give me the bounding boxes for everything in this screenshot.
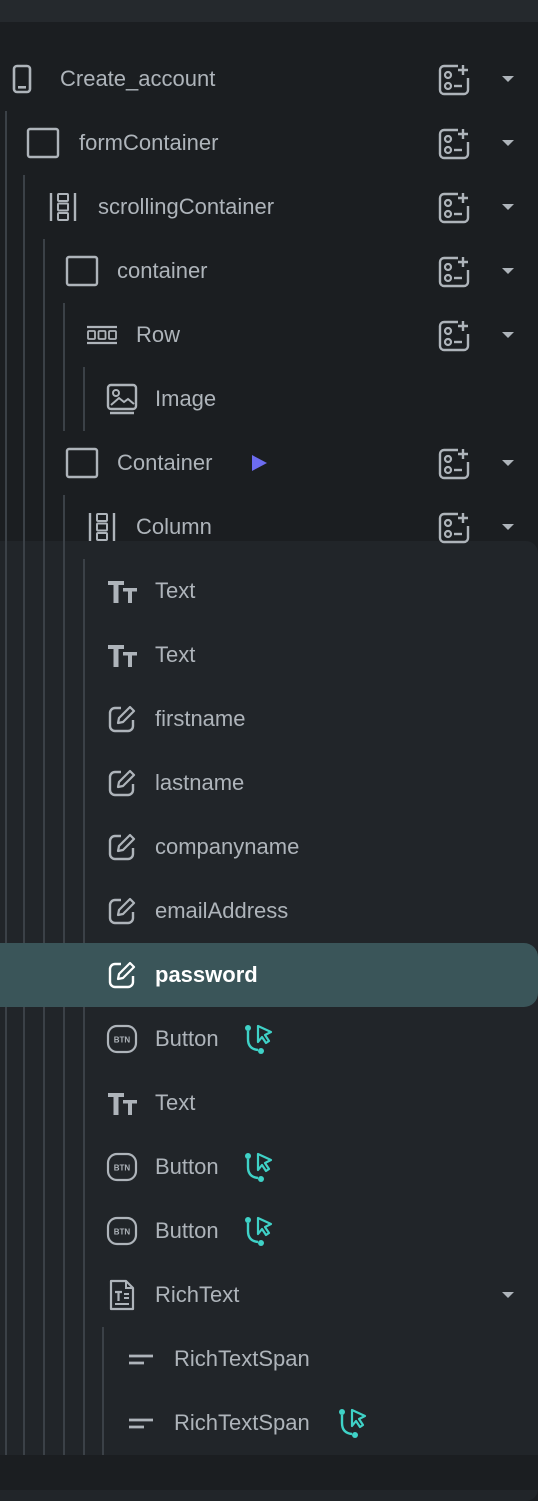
tree-item-column[interactable]: Column bbox=[0, 495, 538, 559]
tree-item-password[interactable]: password bbox=[0, 943, 538, 1007]
tree-item-email-address[interactable]: emailAddress bbox=[0, 879, 538, 943]
add-child-button[interactable] bbox=[436, 510, 472, 546]
tree-item-label: Image bbox=[155, 386, 217, 411]
tree-item-text[interactable]: Text bbox=[0, 559, 538, 623]
button-icon: BTN bbox=[105, 1214, 139, 1248]
button-icon-text: BTN bbox=[114, 1228, 131, 1237]
action-icon[interactable] bbox=[241, 1150, 275, 1184]
container-icon bbox=[65, 254, 99, 288]
text-icon bbox=[105, 1086, 139, 1120]
phone-icon bbox=[5, 62, 39, 96]
chevron-down-icon[interactable] bbox=[498, 197, 518, 217]
text-icon bbox=[105, 574, 139, 608]
bottom-bar bbox=[0, 1455, 538, 1490]
action-icon[interactable] bbox=[241, 1022, 275, 1056]
container-icon bbox=[65, 446, 99, 480]
action-icon[interactable] bbox=[335, 1406, 369, 1440]
add-child-button[interactable] bbox=[436, 126, 472, 162]
chevron-down-icon[interactable] bbox=[498, 453, 518, 473]
tree-item-label: RichTextSpan bbox=[174, 1346, 310, 1371]
tree-item-label: formContainer bbox=[79, 130, 219, 155]
chevron-down-icon[interactable] bbox=[498, 517, 518, 537]
textfield-icon bbox=[105, 766, 139, 800]
image-icon bbox=[105, 382, 139, 416]
tree-item-label: Button bbox=[155, 1026, 219, 1051]
add-child-button[interactable] bbox=[436, 190, 472, 226]
tree-item-text[interactable]: Text bbox=[0, 623, 538, 687]
button-icon: BTN bbox=[105, 1022, 139, 1056]
tree-item-label: container bbox=[117, 258, 208, 283]
tree-item-container[interactable]: container bbox=[0, 239, 538, 303]
tree-item-label: RichText bbox=[155, 1282, 240, 1307]
add-child-button[interactable] bbox=[436, 446, 472, 482]
tree-item-richtextspan[interactable]: RichTextSpan bbox=[0, 1391, 538, 1455]
textfield-icon bbox=[105, 830, 139, 864]
text-span-icon bbox=[124, 1342, 158, 1376]
column-icon bbox=[46, 190, 80, 224]
text-span-icon bbox=[124, 1406, 158, 1440]
textfield-icon bbox=[105, 894, 139, 928]
tree-item-label: Text bbox=[155, 642, 196, 667]
tree-item-container-2[interactable]: Container bbox=[0, 431, 538, 495]
textfield-icon bbox=[105, 958, 139, 992]
tree-item-label: lastname bbox=[155, 770, 245, 795]
tree-item-richtext[interactable]: RichText bbox=[0, 1263, 538, 1327]
action-icon[interactable] bbox=[241, 1214, 275, 1248]
tree-item-create-account[interactable]: Create_account bbox=[0, 47, 538, 111]
top-toolbar bbox=[0, 0, 538, 22]
tree-item-button[interactable]: BTN Button bbox=[0, 1199, 538, 1263]
tree-item-form-container[interactable]: formContainer bbox=[0, 111, 538, 175]
chevron-down-icon[interactable] bbox=[498, 133, 518, 153]
tree-item-image[interactable]: Image bbox=[0, 367, 538, 431]
add-child-button[interactable] bbox=[436, 62, 472, 98]
add-child-button[interactable] bbox=[436, 318, 472, 354]
play-icon[interactable] bbox=[243, 446, 277, 480]
tree-item-richtextspan[interactable]: RichTextSpan bbox=[0, 1327, 538, 1391]
textfield-icon bbox=[105, 702, 139, 736]
widget-tree: Create_account formContainer scrollingCo… bbox=[0, 47, 538, 1501]
container-icon bbox=[26, 126, 60, 160]
button-icon-text: BTN bbox=[114, 1164, 131, 1173]
tree-item-label: Button bbox=[155, 1154, 219, 1179]
text-icon bbox=[105, 638, 139, 672]
tree-item-button[interactable]: BTN Button bbox=[0, 1135, 538, 1199]
tree-item-label: Column bbox=[136, 514, 212, 539]
tree-item-label: Text bbox=[155, 578, 196, 603]
chevron-down-icon[interactable] bbox=[498, 69, 518, 89]
tree-item-label: Create_account bbox=[60, 66, 216, 91]
button-icon: BTN bbox=[105, 1150, 139, 1184]
column-icon bbox=[85, 510, 119, 544]
row-icon bbox=[85, 318, 119, 352]
tree-item-row[interactable]: Row bbox=[0, 303, 538, 367]
tree-item-label: password bbox=[155, 962, 258, 987]
richtext-icon bbox=[105, 1278, 139, 1312]
chevron-down-icon[interactable] bbox=[498, 261, 518, 281]
tree-item-label: firstname bbox=[155, 706, 246, 731]
tree-item-label: scrollingContainer bbox=[98, 194, 275, 219]
tree-item-label: Text bbox=[155, 1090, 196, 1115]
tree-item-label: emailAddress bbox=[155, 898, 289, 923]
chevron-down-icon[interactable] bbox=[498, 1285, 518, 1305]
tree-item-companyname[interactable]: companyname bbox=[0, 815, 538, 879]
tree-item-text[interactable]: Text bbox=[0, 1071, 538, 1135]
tree-item-firstname[interactable]: firstname bbox=[0, 687, 538, 751]
tree-item-label: Container bbox=[117, 450, 213, 475]
button-icon-text: BTN bbox=[114, 1036, 131, 1045]
tree-item-label: Button bbox=[155, 1218, 219, 1243]
tree-item-label: companyname bbox=[155, 834, 300, 859]
chevron-down-icon[interactable] bbox=[498, 325, 518, 345]
tree-item-label: Row bbox=[136, 322, 181, 347]
add-child-button[interactable] bbox=[436, 254, 472, 290]
tree-item-label: RichTextSpan bbox=[174, 1410, 310, 1435]
tree-item-lastname[interactable]: lastname bbox=[0, 751, 538, 815]
tree-item-button[interactable]: BTN Button bbox=[0, 1007, 538, 1071]
tree-item-scrolling-container[interactable]: scrollingContainer bbox=[0, 175, 538, 239]
